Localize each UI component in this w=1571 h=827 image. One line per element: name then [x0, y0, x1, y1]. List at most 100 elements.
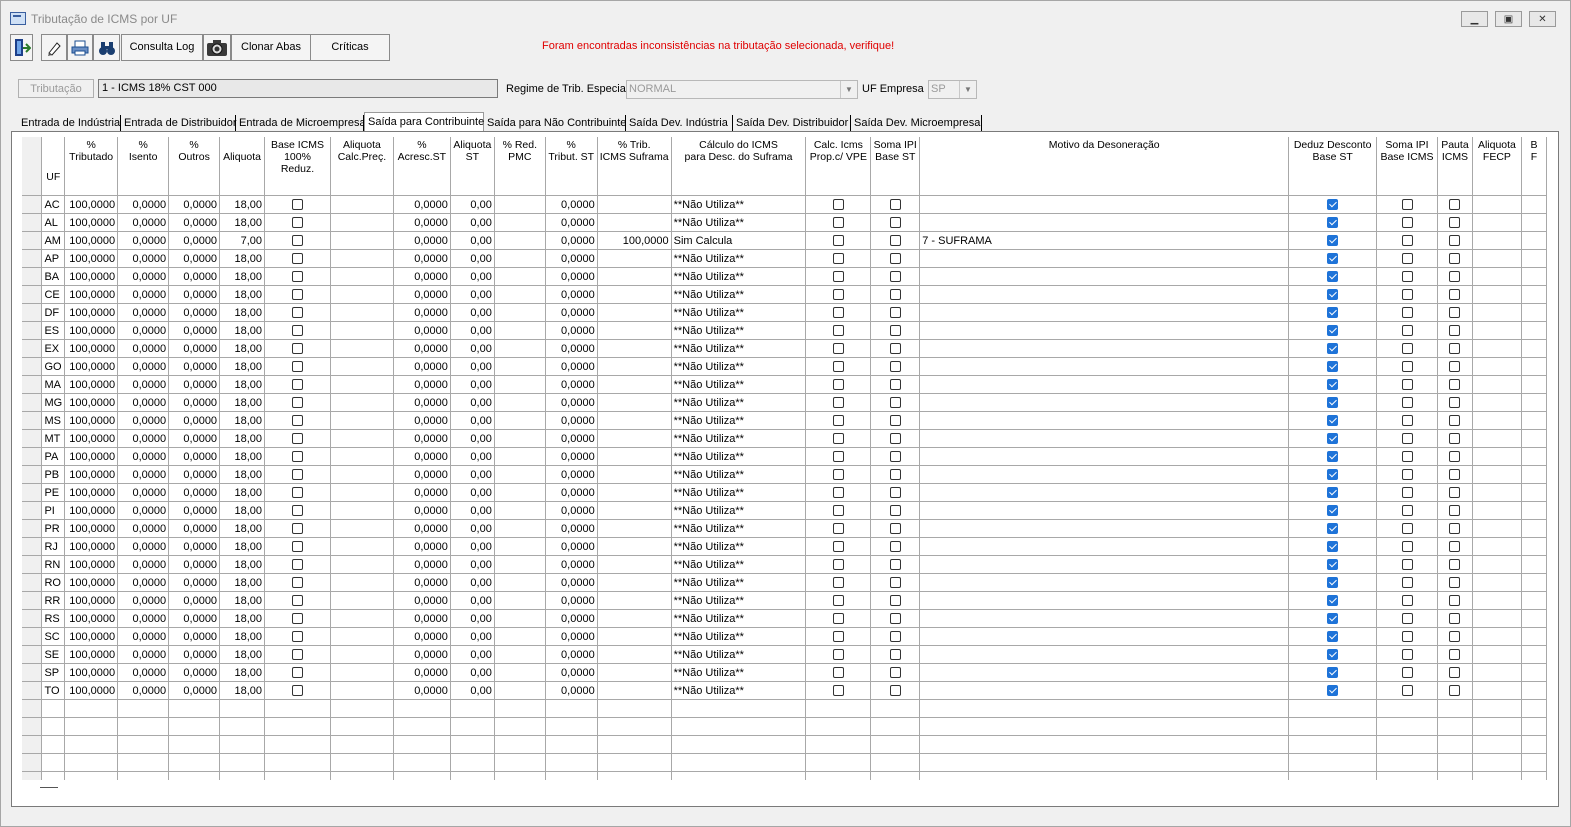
row-indicator[interactable]	[22, 285, 43, 304]
pauta-icms-cell[interactable]	[1437, 429, 1473, 448]
cell-outros[interactable]: 0,0000	[168, 303, 221, 322]
print-button[interactable]	[67, 34, 93, 61]
cell-aliquota-fecp[interactable]	[1472, 501, 1522, 520]
calc-icms-prop-vpe-cell[interactable]	[805, 627, 872, 646]
soma-ipi-base-icms-cell[interactable]	[1376, 195, 1438, 214]
deduz-desconto-base-st-checkbox[interactable]	[1327, 595, 1339, 607]
cell-red-pmc[interactable]	[494, 681, 546, 700]
base-icms-reduz-cell[interactable]	[264, 681, 331, 700]
cell-isento[interactable]: 0,0000	[117, 645, 170, 664]
soma-ipi-base-icms-checkbox[interactable]	[1401, 613, 1413, 625]
soma-ipi-base-icms-checkbox[interactable]	[1401, 487, 1413, 499]
calc-icms-prop-vpe-cell[interactable]	[805, 411, 872, 430]
criticas-button[interactable]: Críticas	[310, 34, 390, 61]
deduz-desconto-base-st-cell[interactable]	[1288, 411, 1378, 430]
cell-tributado[interactable]: 100,0000	[64, 249, 119, 268]
cell-trib-suframa[interactable]	[597, 303, 672, 322]
cell-tribut-st[interactable]: 0,0000	[545, 591, 598, 610]
soma-ipi-base-icms-checkbox[interactable]	[1401, 631, 1413, 643]
deduz-desconto-base-st-checkbox[interactable]	[1327, 379, 1339, 391]
deduz-desconto-base-st-checkbox[interactable]	[1327, 325, 1339, 337]
cell-isento[interactable]: 0,0000	[117, 555, 170, 574]
cell-motivo-desoneracao[interactable]	[919, 195, 1290, 214]
cell-tributado[interactable]: 100,0000	[64, 285, 119, 304]
cell-aliquota[interactable]: 18,00	[219, 555, 266, 574]
calc-icms-prop-vpe-cell[interactable]	[805, 573, 872, 592]
cell-isento[interactable]: 0,0000	[117, 357, 170, 376]
soma-ipi-base-st-cell[interactable]	[870, 357, 921, 376]
cell-aliquota-st[interactable]: 0,00	[450, 321, 495, 340]
soma-ipi-base-icms-cell[interactable]	[1376, 501, 1438, 520]
cell-uf[interactable]: AC	[41, 195, 66, 214]
cell-uf[interactable]: SP	[41, 663, 66, 682]
soma-ipi-base-st-checkbox[interactable]	[889, 523, 901, 535]
cell-calculo-suframa[interactable]: **Não Utiliza**	[671, 321, 807, 340]
soma-ipi-base-icms-checkbox[interactable]	[1401, 577, 1413, 589]
soma-ipi-base-st-checkbox[interactable]	[889, 505, 901, 517]
cell-aliquota[interactable]: 18,00	[219, 249, 266, 268]
soma-ipi-base-icms-cell[interactable]	[1376, 573, 1438, 592]
cell-aliquota[interactable]: 7,00	[219, 231, 266, 250]
base-icms-reduz-cell[interactable]	[264, 573, 331, 592]
cell-aliquota-fecp[interactable]	[1472, 321, 1522, 340]
cell-trib-suframa[interactable]	[597, 555, 672, 574]
row-indicator[interactable]	[22, 465, 43, 484]
soma-ipi-base-icms-cell[interactable]	[1376, 321, 1438, 340]
deduz-desconto-base-st-cell[interactable]	[1288, 627, 1378, 646]
cell-aliquota-st[interactable]: 0,00	[450, 483, 495, 502]
table-row[interactable]: PR 100,0000 0,0000 0,0000 18,00 0,0000 0,00 0,0…	[22, 519, 1547, 538]
cell-aliquota-calc-prec[interactable]	[330, 555, 394, 574]
cell-truncated[interactable]	[1521, 447, 1547, 466]
calc-icms-prop-vpe-cell[interactable]	[805, 231, 872, 250]
base-icms-reduz-checkbox[interactable]	[291, 469, 303, 481]
cell-acresc-st[interactable]: 0,0000	[393, 537, 451, 556]
cell-tribut-st[interactable]: 0,0000	[545, 375, 598, 394]
soma-ipi-base-st-cell[interactable]	[870, 501, 921, 520]
pauta-icms-checkbox[interactable]	[1449, 469, 1461, 481]
cell-truncated[interactable]	[1521, 213, 1547, 232]
cell-trib-suframa[interactable]	[597, 375, 672, 394]
calc-icms-prop-vpe-cell[interactable]	[805, 645, 872, 664]
cell-acresc-st[interactable]: 0,0000	[393, 645, 451, 664]
soma-ipi-base-st-cell[interactable]	[870, 591, 921, 610]
cell-tributado[interactable]: 100,0000	[64, 681, 119, 700]
cell-tributado[interactable]: 100,0000	[64, 195, 119, 214]
cell-aliquota-st[interactable]: 0,00	[450, 537, 495, 556]
soma-ipi-base-st-cell[interactable]	[870, 573, 921, 592]
base-icms-reduz-checkbox[interactable]	[291, 325, 303, 337]
row-indicator[interactable]	[22, 375, 43, 394]
pauta-icms-checkbox[interactable]	[1449, 379, 1461, 391]
cell-tributado[interactable]: 100,0000	[64, 231, 119, 250]
soma-ipi-base-st-checkbox[interactable]	[889, 595, 901, 607]
table-row[interactable]: TO 100,0000 0,0000 0,0000 18,00 0,0000 0,00 0,0…	[22, 681, 1547, 700]
row-indicator[interactable]	[22, 393, 43, 412]
close-button[interactable]: ✕	[1529, 11, 1556, 27]
soma-ipi-base-icms-cell[interactable]	[1376, 303, 1438, 322]
cell-tributado[interactable]: 100,0000	[64, 267, 119, 286]
cell-tributado[interactable]: 100,0000	[64, 303, 119, 322]
cell-aliquota-st[interactable]: 0,00	[450, 519, 495, 538]
soma-ipi-base-icms-checkbox[interactable]	[1401, 235, 1413, 247]
cell-acresc-st[interactable]: 0,0000	[393, 519, 451, 538]
cell-truncated[interactable]	[1521, 519, 1547, 538]
cell-truncated[interactable]	[1521, 303, 1547, 322]
soma-ipi-base-icms-checkbox[interactable]	[1401, 685, 1413, 697]
pauta-icms-checkbox[interactable]	[1449, 451, 1461, 463]
cell-motivo-desoneracao[interactable]	[919, 375, 1290, 394]
cell-truncated[interactable]	[1521, 393, 1547, 412]
soma-ipi-base-icms-checkbox[interactable]	[1401, 325, 1413, 337]
table-row[interactable]: RO 100,0000 0,0000 0,0000 18,00 0,0000 0,00 0,0…	[22, 573, 1547, 592]
cell-tribut-st[interactable]: 0,0000	[545, 465, 598, 484]
soma-ipi-base-st-checkbox[interactable]	[889, 361, 901, 373]
cell-aliquota-calc-prec[interactable]	[330, 519, 394, 538]
table-row[interactable]: AM 100,0000 0,0000 0,0000 7,00 0,0000 0,00 0,00…	[22, 231, 1547, 250]
cell-truncated[interactable]	[1521, 339, 1547, 358]
cell-tributado[interactable]: 100,0000	[64, 339, 119, 358]
soma-ipi-base-st-checkbox[interactable]	[889, 469, 901, 481]
cell-uf[interactable]: PB	[41, 465, 66, 484]
pauta-icms-cell[interactable]	[1437, 375, 1473, 394]
cell-calculo-suframa[interactable]: **Não Utiliza**	[671, 609, 807, 628]
calc-icms-prop-vpe-checkbox[interactable]	[832, 379, 844, 391]
soma-ipi-base-icms-cell[interactable]	[1376, 357, 1438, 376]
soma-ipi-base-icms-cell[interactable]	[1376, 213, 1438, 232]
